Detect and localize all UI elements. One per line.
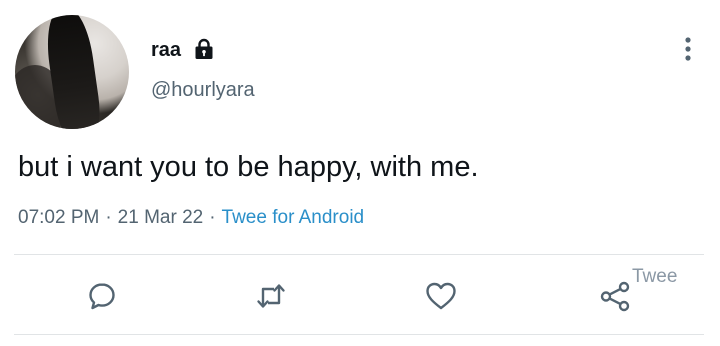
more-options-icon[interactable] bbox=[676, 34, 700, 64]
user-handle[interactable]: @hourlyara bbox=[151, 78, 255, 102]
retweet-icon bbox=[257, 284, 285, 308]
retweet-button[interactable] bbox=[251, 276, 291, 316]
heart-icon bbox=[426, 282, 456, 310]
avatar[interactable] bbox=[15, 15, 129, 129]
like-button[interactable] bbox=[421, 276, 461, 316]
share-button[interactable] bbox=[595, 276, 635, 316]
watermark-label: Twee bbox=[632, 266, 678, 287]
lock-icon bbox=[192, 37, 216, 61]
tweet-source-link[interactable]: Twee for Android bbox=[222, 207, 365, 228]
tweet-date: 21 Mar 22 bbox=[117, 207, 204, 228]
tweet-time: 07:02 PM bbox=[18, 207, 100, 228]
meta-separator: · bbox=[209, 207, 216, 228]
tweet-meta: 07:02 PM · 21 Mar 22 · Twee for Android bbox=[18, 205, 364, 231]
divider bbox=[14, 254, 704, 255]
tweet-text: but i want you to be happy, with me. bbox=[18, 151, 479, 183]
reply-icon bbox=[89, 283, 115, 310]
share-icon bbox=[600, 281, 630, 312]
display-name[interactable]: raa bbox=[151, 38, 181, 62]
meta-separator: · bbox=[105, 207, 112, 228]
tweet-card: raa @hourlyara but i want you to be happ… bbox=[0, 0, 720, 346]
divider bbox=[14, 334, 704, 335]
reply-button[interactable] bbox=[82, 276, 122, 316]
